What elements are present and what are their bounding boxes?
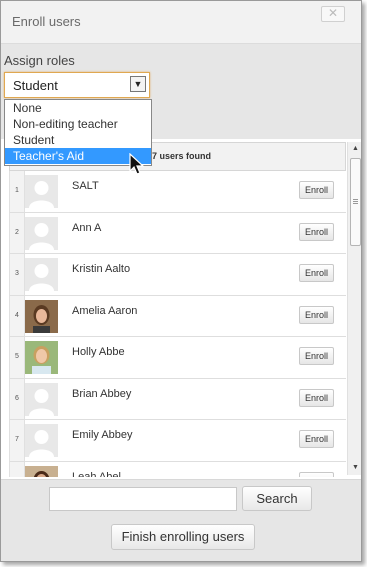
enroll-button[interactable]: Enroll (299, 305, 334, 324)
enroll-button[interactable]: Enroll (299, 471, 334, 477)
default-avatar-icon (25, 175, 58, 208)
assign-roles-label: Assign roles (4, 53, 75, 68)
user-name: Kristin Aalto (72, 263, 131, 275)
dialog-footer: Search Finish enrolling users (1, 479, 361, 561)
enroll-button[interactable]: Enroll (299, 264, 334, 282)
dialog-title: Enroll users (12, 14, 81, 29)
table-row: Leah Abel Enroll (9, 461, 346, 478)
table-row: 4 Amelia Aaron Enroll (9, 295, 346, 337)
user-name: Amelia Aaron (72, 304, 138, 317)
default-avatar-icon (25, 258, 58, 291)
enroll-button[interactable]: Enroll (299, 181, 334, 199)
enroll-button[interactable]: Enroll (299, 347, 334, 365)
table-row: 5 Holly Abbe Enroll (9, 337, 346, 379)
enroll-users-dialog: Enroll users ✕ Assign roles Student ▼ 7 … (0, 0, 362, 562)
user-name: Brian Abbey (72, 387, 132, 400)
default-avatar-icon (25, 382, 58, 416)
enroll-button[interactable]: Enroll (299, 388, 334, 407)
row-number: 5 (10, 337, 25, 378)
row-number: 4 (10, 295, 25, 336)
user-name: SALT (72, 180, 99, 192)
user-photo (25, 465, 58, 477)
enroll-button[interactable]: Enroll (299, 430, 334, 448)
grip-icon (353, 199, 358, 200)
table-row: 2 Ann A Enroll (9, 212, 346, 254)
default-avatar-icon (25, 216, 58, 250)
role-select[interactable]: Student ▼ (4, 72, 150, 98)
user-name: Emily Abbey (72, 429, 133, 441)
enroll-button[interactable]: Enroll (299, 222, 334, 241)
chevron-down-icon[interactable]: ▼ (130, 76, 146, 92)
scrollbar-thumb[interactable] (350, 158, 361, 246)
default-avatar-icon (25, 424, 58, 457)
list-scrollbar[interactable]: ▲ ▼ (347, 142, 361, 475)
table-row: 6 Brian Abbey Enroll (9, 378, 346, 420)
user-photo (25, 299, 58, 333)
users-found-count: 7 users found (152, 151, 212, 161)
row-number: 3 (10, 254, 25, 295)
table-row: 1 SALT Enroll (9, 171, 346, 213)
row-number: 7 (10, 420, 25, 461)
finish-enrolling-button[interactable]: Finish enrolling users (111, 524, 255, 550)
search-button[interactable]: Search (242, 486, 312, 511)
table-row: 3 Kristin Aalto Enroll (9, 254, 346, 296)
role-option[interactable]: Student (5, 132, 151, 148)
search-input[interactable] (49, 487, 237, 511)
user-rows: 1 SALT Enroll 2 Ann A Enroll 3 Kristin Aalto Enr… (9, 171, 346, 477)
user-name: Leah Abel (72, 470, 121, 478)
scroll-down-icon[interactable]: ▼ (348, 461, 361, 475)
role-option[interactable]: None (5, 100, 151, 116)
user-photo (25, 341, 58, 374)
mouse-pointer-icon (129, 153, 145, 175)
close-icon[interactable]: ✕ (321, 6, 345, 22)
row-number: 6 (10, 378, 25, 419)
row-number: 2 (10, 212, 25, 253)
role-select-value: Student (13, 78, 58, 93)
dialog-titlebar: Enroll users ✕ (1, 1, 361, 44)
user-list: 7 users found 1 SALT Enroll 2 Ann A Enroll 3 Kr… (9, 142, 361, 477)
user-name: Holly Abbe (72, 346, 125, 358)
user-name: Ann A (72, 221, 102, 234)
table-row: 7 Emily Abbey Enroll (9, 420, 346, 462)
role-option[interactable]: Non-editing teacher (5, 116, 151, 132)
scroll-up-icon[interactable]: ▲ (348, 142, 361, 156)
row-number (10, 461, 25, 477)
row-number: 1 (10, 171, 25, 212)
